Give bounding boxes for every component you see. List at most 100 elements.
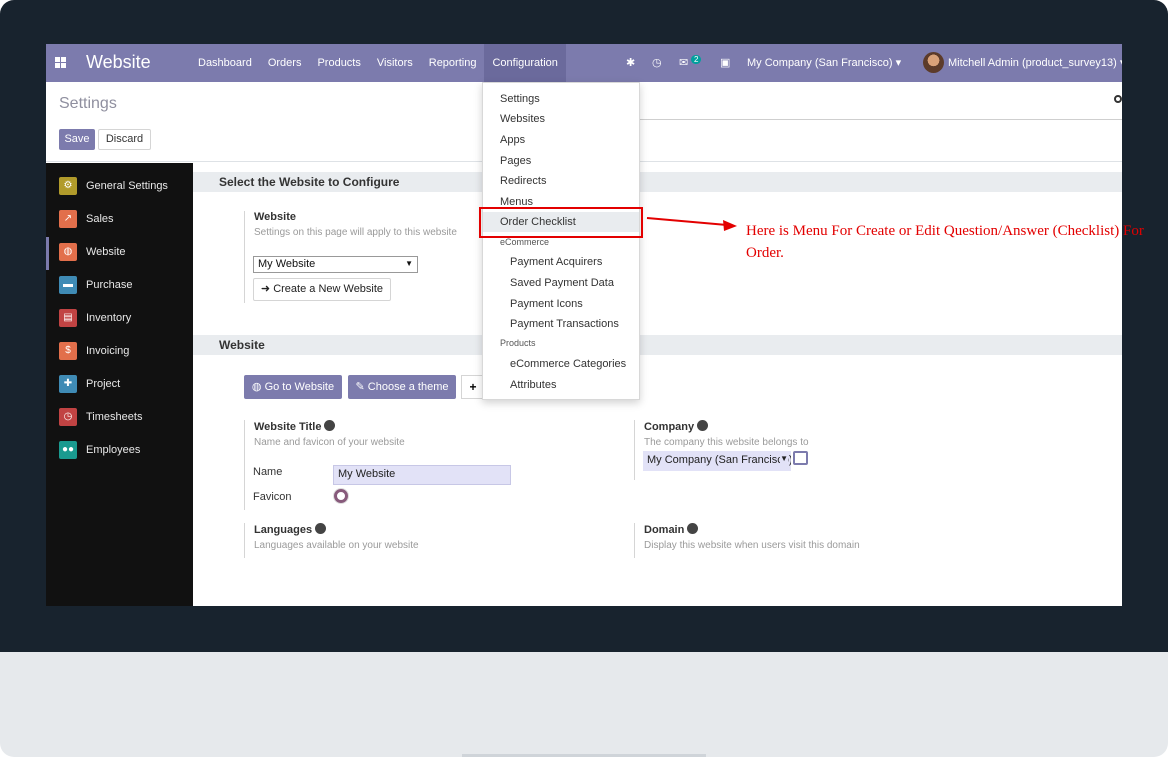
chart-icon: ↗ — [59, 210, 77, 228]
sidebar-item-timesheets[interactable]: ◷ Timesheets — [46, 402, 193, 435]
section-header: Select the Website to Configure — [193, 172, 1122, 192]
top-navbar: Website Dashboard Orders Products Visito… — [46, 44, 1122, 82]
search-input[interactable] — [640, 119, 1122, 120]
brush-icon: ✎ — [355, 381, 365, 393]
globe-icon — [687, 523, 699, 534]
globe-icon: ◍ — [251, 381, 262, 393]
select-value: My Company (San Francisco) — [647, 454, 791, 466]
sidebar-item-inventory[interactable]: ▤ Inventory — [46, 303, 193, 336]
dropdown-item-attributes[interactable]: Attributes — [483, 375, 639, 395]
field-title: Website Title — [254, 420, 574, 433]
bug-icon[interactable]: ✱ — [626, 56, 635, 69]
menu-visitors[interactable]: Visitors — [369, 44, 421, 82]
gear-icon: ⚙ — [59, 177, 77, 195]
people-icon: ●● — [59, 441, 77, 459]
app-brand[interactable]: Website — [86, 52, 151, 73]
company-switcher[interactable]: My Company (San Francisco) ▾ — [747, 56, 901, 69]
caret-down-icon: ▾ — [895, 57, 902, 69]
field-title-text: Website Title — [254, 421, 322, 433]
globe-icon: ◍ — [59, 243, 77, 261]
clock-icon: ◷ — [59, 408, 77, 426]
chat-badge: 2 — [691, 55, 702, 64]
globe-icon — [697, 420, 709, 431]
menu-reporting[interactable]: Reporting — [421, 44, 485, 82]
languages-field: Languages Languages available on your we… — [244, 523, 574, 558]
website-name-input[interactable]: My Website — [333, 465, 511, 485]
sidebar-item-label: Website — [86, 246, 126, 258]
search-icon[interactable] — [1114, 95, 1122, 103]
field-title-text: Domain — [644, 524, 685, 536]
field-title: Languages — [254, 523, 574, 536]
dropdown-header-products: Products — [500, 338, 536, 348]
dropdown-item-saved-payment-data[interactable]: Saved Payment Data — [483, 273, 639, 293]
caret-down-icon: ▾ — [1120, 57, 1122, 69]
annotation-text: Here is Menu For Create or Edit Question… — [746, 223, 1144, 261]
chevron-down-icon: ▼ — [780, 454, 788, 463]
menu-dashboard[interactable]: Dashboard — [190, 44, 260, 82]
dropdown-item-ecommerce-categories[interactable]: eCommerce Categories — [483, 354, 639, 374]
dropdown-item-redirects[interactable]: Redirects — [483, 171, 639, 191]
arrow-right-icon: ➜ — [260, 283, 271, 295]
monitor-stand — [0, 652, 1168, 757]
monitor-frame: Website Dashboard Orders Products Visito… — [0, 0, 1168, 757]
page-title: Settings — [59, 95, 117, 112]
puzzle-icon: ✚ — [59, 375, 77, 393]
website-select[interactable]: My Website ▼ — [253, 256, 418, 273]
field-help: Name and favicon of your website — [254, 437, 405, 448]
chevron-down-icon: ▼ — [405, 259, 413, 268]
sidebar-item-employees[interactable]: ●● Employees — [46, 435, 193, 468]
user-avatar[interactable] — [923, 52, 944, 73]
user-label: Mitchell Admin (product_survey13) — [948, 57, 1117, 69]
favicon-label: Favicon — [253, 491, 292, 503]
dropdown-item-settings[interactable]: Settings — [483, 89, 639, 109]
menu-orders[interactable]: Orders — [260, 44, 310, 82]
choose-theme-button[interactable]: ✎ Choose a theme — [348, 375, 456, 399]
sidebar-item-general-settings[interactable]: ⚙ General Settings — [46, 171, 193, 204]
dropdown-item-payment-transactions[interactable]: Payment Transactions — [483, 314, 639, 334]
sidebar-item-sales[interactable]: ↗ Sales — [46, 204, 193, 237]
chat-icon[interactable]: ✉ — [679, 56, 688, 69]
company-field: Company The company this website belongs… — [634, 420, 974, 480]
select-value: My Website — [258, 258, 316, 270]
favicon-image[interactable] — [334, 489, 348, 503]
menu-products[interactable]: Products — [309, 44, 368, 82]
sidebar-item-project[interactable]: ✚ Project — [46, 369, 193, 402]
create-website-button[interactable]: ➜ Create a New Website — [253, 278, 391, 301]
field-title-text: Company — [644, 421, 695, 433]
external-link-icon[interactable] — [793, 451, 808, 465]
section-header: Website — [193, 335, 1122, 355]
settings-sidebar: ⚙ General Settings ↗ Sales ◍ Website ▬ P… — [46, 163, 193, 606]
menu-configuration[interactable]: Configuration — [484, 44, 566, 82]
dropdown-item-payment-icons[interactable]: Payment Icons — [483, 294, 639, 314]
sidebar-item-website[interactable]: ◍ Website — [46, 237, 193, 270]
apps-grid-icon[interactable] — [55, 57, 66, 68]
dropdown-item-websites[interactable]: Websites — [483, 109, 639, 129]
save-button[interactable]: Save — [59, 129, 95, 150]
discard-button[interactable]: Discard — [98, 129, 151, 150]
sidebar-item-label: Project — [86, 378, 121, 390]
clock-icon[interactable]: ◷ — [652, 56, 662, 69]
field-title: Domain — [644, 523, 974, 536]
main-menu: Dashboard Orders Products Visitors Repor… — [190, 44, 566, 82]
go-to-website-label: Go to Website — [264, 381, 335, 393]
dropdown-item-apps[interactable]: Apps — [483, 130, 639, 150]
field-help: The company this website belongs to — [644, 437, 809, 448]
dropdown-item-pages[interactable]: Pages — [483, 151, 639, 171]
sidebar-item-label: Employees — [86, 444, 141, 456]
configuration-dropdown: Settings Websites Apps Pages Redirects M… — [482, 82, 640, 400]
go-to-website-button[interactable]: ◍ Go to Website — [244, 375, 342, 399]
dropdown-header-ecommerce: eCommerce — [500, 237, 550, 247]
highlight-box — [479, 207, 643, 238]
company-label: My Company (San Francisco) — [747, 57, 893, 69]
field-title: Website — [254, 211, 296, 223]
dropdown-item-payment-acquirers[interactable]: Payment Acquirers — [483, 252, 639, 272]
company-select[interactable]: My Company (San Francisco) ▼ — [643, 451, 791, 471]
user-menu[interactable]: Mitchell Admin (product_survey13) ▾ — [948, 56, 1122, 69]
sidebar-item-purchase[interactable]: ▬ Purchase — [46, 270, 193, 303]
sidebar-item-label: Invoicing — [86, 345, 130, 357]
sidebar-item-invoicing[interactable]: $ Invoicing — [46, 336, 193, 369]
dollar-icon: $ — [59, 342, 77, 360]
gift-icon[interactable]: ▣ — [720, 56, 730, 69]
sidebar-item-label: Inventory — [86, 312, 132, 324]
box-icon: ▤ — [59, 309, 77, 327]
